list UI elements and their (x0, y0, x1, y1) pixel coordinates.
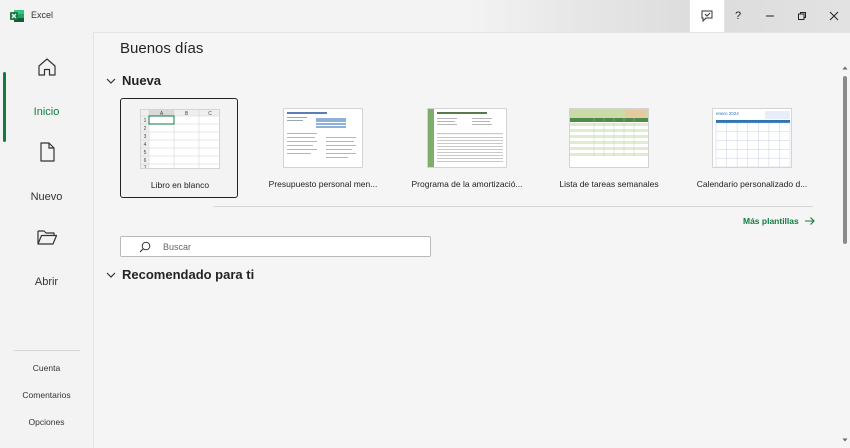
nav-item-comentarios[interactable]: Comentarios (0, 390, 93, 400)
amortization-thumbnail (427, 108, 507, 168)
template-custom-calendar[interactable]: enero 2024 Calendario personalizado d... (693, 98, 811, 198)
nav-label-inicio: Inicio (33, 106, 60, 118)
section-nueva-header[interactable]: Nueva (104, 73, 161, 88)
grid-row-6: 6 (144, 158, 147, 164)
home-pane: Buenos días Nueva A B C 1 2 3 4 5 6 7 Li… (93, 32, 850, 448)
calendar-thumb-title: enero 2024 (716, 111, 739, 116)
search-icon (139, 241, 151, 253)
nav-item-inicio[interactable]: Inicio (0, 56, 93, 136)
excel-logo-icon (10, 10, 24, 22)
weekly-tasks-thumbnail (569, 108, 649, 168)
template-weekly-tasks[interactable]: Lista de tareas semanales (550, 98, 668, 198)
nav-item-nuevo[interactable]: Nuevo (0, 141, 93, 221)
template-name: Lista de tareas semanales (559, 179, 659, 189)
section-recommended-header[interactable]: Recomendado para ti (104, 267, 254, 282)
nav-item-cuenta[interactable]: Cuenta (0, 363, 93, 373)
grid-row-2: 2 (144, 126, 147, 132)
title-bar: Excel ? (0, 0, 850, 32)
restore-button[interactable] (786, 0, 818, 32)
template-amortization[interactable]: Programa de la amortizació... (408, 98, 526, 198)
grid-row-7: 7 (144, 166, 147, 170)
arrow-right-icon (804, 217, 815, 225)
grid-row-1: 1 (144, 118, 147, 124)
vertical-scrollbar[interactable] (841, 65, 849, 445)
search-placeholder: Buscar (163, 242, 192, 252)
template-name: Programa de la amortizació... (411, 179, 523, 189)
grid-row-4: 4 (144, 142, 147, 148)
backstage-sidebar: Inicio Nuevo Abrir Cuenta Comentarios Op… (0, 32, 93, 448)
minimize-icon (766, 15, 774, 17)
home-icon (38, 58, 56, 76)
template-name: Libro en blanco (150, 180, 210, 190)
chevron-down-icon (106, 272, 116, 278)
help-button[interactable]: ? (722, 0, 754, 32)
grid-row-3: 3 (144, 134, 147, 140)
minimize-button[interactable] (754, 0, 786, 32)
budget-thumbnail (283, 108, 363, 168)
nav-label-abrir: Abrir (34, 276, 59, 288)
scroll-down-arrow-icon[interactable] (842, 437, 848, 443)
new-document-icon (40, 142, 55, 162)
weekly-tasks-preview-image (570, 109, 648, 167)
help-icon: ? (734, 10, 742, 22)
template-name: Calendario personalizado d... (696, 179, 808, 189)
more-templates-link[interactable]: Más plantillas (743, 216, 816, 226)
open-folder-icon (37, 230, 58, 245)
close-button[interactable] (818, 0, 850, 32)
template-name: Presupuesto personal men... (268, 179, 378, 189)
greeting-title: Buenos días (120, 40, 204, 57)
close-icon (829, 11, 839, 21)
app-title: Excel (31, 10, 54, 20)
coauthoring-button[interactable] (689, 0, 725, 32)
more-templates-label: Más plantillas (743, 216, 799, 226)
amortization-preview-image (428, 109, 506, 167)
search-input[interactable]: Buscar (120, 236, 431, 257)
chevron-down-icon (106, 78, 116, 84)
calendar-thumbnail: enero 2024 (712, 108, 792, 168)
coauthoring-icon (701, 10, 713, 23)
nav-item-abrir[interactable]: Abrir (0, 226, 93, 306)
grid-col-c: C (208, 111, 212, 117)
section-recommended-title: Recomendado para ti (122, 267, 255, 282)
template-personal-budget[interactable]: Presupuesto personal men... (264, 98, 382, 198)
blank-grid-image: A B C 1 2 3 4 5 6 7 (141, 110, 219, 170)
nav-item-opciones[interactable]: Opciones (0, 417, 93, 427)
restore-icon (798, 12, 806, 20)
scroll-up-arrow-icon[interactable] (842, 65, 848, 71)
nav-label-nuevo: Nuevo (30, 191, 63, 203)
section-nueva-title: Nueva (122, 73, 162, 88)
template-blank-workbook[interactable]: A B C 1 2 3 4 5 6 7 Libro en blanco (120, 98, 238, 198)
budget-preview-image (284, 109, 362, 167)
nav-divider (14, 350, 80, 351)
calendar-preview-image: enero 2024 (713, 109, 791, 167)
templates-divider (214, 206, 813, 207)
blank-workbook-thumbnail: A B C 1 2 3 4 5 6 7 (140, 109, 220, 169)
scrollbar-thumb[interactable] (843, 76, 847, 244)
grid-row-5: 5 (144, 150, 147, 156)
